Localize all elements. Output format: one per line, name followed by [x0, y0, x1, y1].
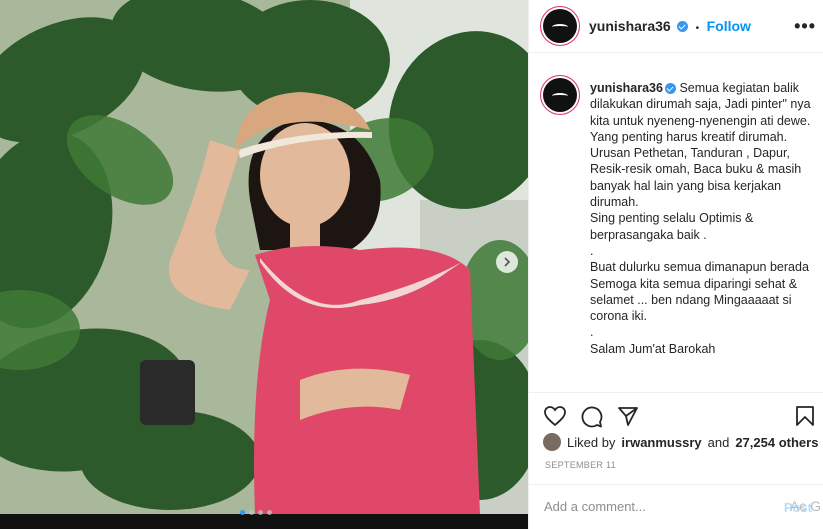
post-side-panel: yunishara36 • Follow ••• yunishara36 Sem…: [528, 0, 823, 529]
carousel-dot-2: [249, 510, 254, 515]
follow-button[interactable]: Follow: [707, 18, 751, 34]
liked-prefix: Liked by: [567, 434, 616, 450]
caption-username[interactable]: yunishara36: [590, 81, 663, 95]
verified-badge-icon: [664, 83, 676, 95]
caption-text: yunishara36 Semua kegiatan balik dilakuk…: [590, 80, 815, 357]
photo-illustration: [0, 0, 528, 514]
carousel-next-icon: [504, 257, 511, 267]
like-heart-icon[interactable]: [543, 405, 567, 427]
caption-body: Semua kegiatan balik dilakukan dirumah s…: [590, 81, 811, 356]
post-date[interactable]: September 11: [545, 460, 616, 470]
verified-badge-icon: [677, 21, 689, 33]
comment-box: Post: [529, 484, 823, 529]
caption-block: yunishara36 Semua kegiatan balik dilakuk…: [543, 72, 813, 392]
save-bookmark-icon[interactable]: [795, 405, 815, 427]
more-options-icon[interactable]: •••: [794, 16, 816, 37]
header-separator: •: [695, 23, 700, 34]
liked-user-link[interactable]: irwanmussry: [621, 435, 701, 450]
comment-icon[interactable]: [580, 405, 603, 428]
likes-summary: Liked by irwanmussry and 27,254 others: [543, 433, 818, 451]
share-send-icon[interactable]: [617, 405, 639, 427]
header-user-line: yunishara36 • Follow: [589, 18, 751, 36]
photo-bottom-bar: [0, 514, 528, 529]
caption-avatar[interactable]: [543, 78, 577, 112]
liker-avatar[interactable]: [543, 433, 561, 451]
header-username[interactable]: yunishara36: [589, 18, 671, 34]
post-header: yunishara36 • Follow •••: [529, 0, 823, 53]
post-photo[interactable]: [0, 0, 528, 514]
carousel-indicator: [240, 510, 272, 515]
carousel-next-button[interactable]: [496, 251, 518, 273]
profile-avatar[interactable]: [543, 9, 577, 43]
liked-and: and: [707, 434, 730, 450]
comment-input[interactable]: [544, 499, 764, 514]
watermark-text: Ac G: [789, 498, 821, 514]
action-bar: [529, 392, 823, 432]
liked-count-link[interactable]: 27,254 others: [735, 435, 818, 450]
carousel-dot-3: [258, 510, 263, 515]
carousel-dot-1: [240, 510, 245, 515]
carousel-dot-4: [267, 510, 272, 515]
